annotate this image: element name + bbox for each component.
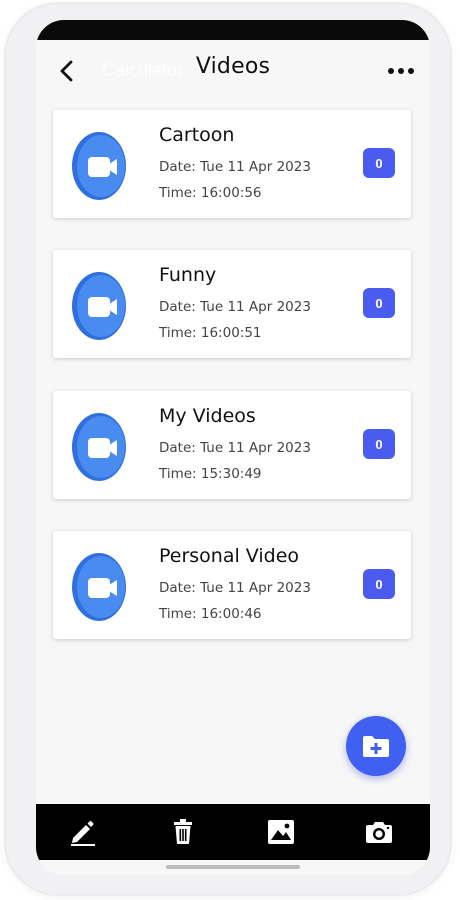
add-folder-icon — [363, 736, 389, 757]
video-camera-icon — [72, 272, 126, 340]
more-horizontal-icon — [388, 68, 394, 74]
folder-name: My Videos — [159, 405, 256, 427]
app-header: Calculator Videos — [36, 48, 430, 90]
image-icon — [268, 820, 294, 844]
folder-time: Time: 16:00:56 — [159, 185, 262, 201]
item-count-badge: 0 — [363, 429, 395, 459]
folder-card[interactable]: Personal Video Date: Tue 11 Apr 2023 Tim… — [53, 531, 411, 639]
video-camera-icon — [72, 132, 126, 200]
add-folder-button[interactable] — [346, 716, 406, 776]
folder-card[interactable]: Funny Date: Tue 11 Apr 2023 Time: 16:00:… — [53, 250, 411, 358]
folder-time: Time: 16:00:46 — [159, 606, 262, 622]
folder-name: Funny — [159, 264, 217, 286]
app-screen: Calculator Videos Cartoon Date: Tue 11 A… — [36, 20, 430, 875]
camera-icon — [366, 822, 392, 843]
folder-name: Personal Video — [159, 545, 300, 567]
folder-card[interactable]: My Videos Date: Tue 11 Apr 2023 Time: 15… — [53, 391, 411, 499]
bottom-toolbar — [36, 804, 430, 860]
edit-button[interactable] — [66, 816, 98, 848]
item-count-badge: 0 — [363, 288, 395, 318]
more-options-button[interactable] — [384, 56, 418, 86]
video-camera-icon — [72, 413, 126, 481]
home-indicator — [166, 865, 300, 869]
delete-button[interactable] — [167, 816, 199, 848]
folder-name: Cartoon — [159, 124, 235, 146]
folder-date: Date: Tue 11 Apr 2023 — [159, 159, 311, 175]
edit-icon — [71, 821, 95, 846]
folder-card[interactable]: Cartoon Date: Tue 11 Apr 2023 Time: 16:0… — [53, 110, 411, 218]
folder-date: Date: Tue 11 Apr 2023 — [159, 580, 311, 596]
folder-time: Time: 15:30:49 — [159, 466, 262, 482]
trash-icon — [174, 819, 192, 844]
page-title: Videos — [195, 54, 271, 79]
status-bar — [36, 20, 430, 40]
folder-time: Time: 16:00:51 — [159, 325, 262, 341]
video-camera-icon — [72, 553, 126, 621]
item-count-badge: 0 — [363, 569, 395, 599]
gallery-button[interactable] — [265, 816, 297, 848]
camera-button[interactable] — [363, 816, 395, 848]
folder-date: Date: Tue 11 Apr 2023 — [159, 299, 311, 315]
item-count-badge: 0 — [363, 148, 395, 178]
folder-date: Date: Tue 11 Apr 2023 — [159, 440, 311, 456]
